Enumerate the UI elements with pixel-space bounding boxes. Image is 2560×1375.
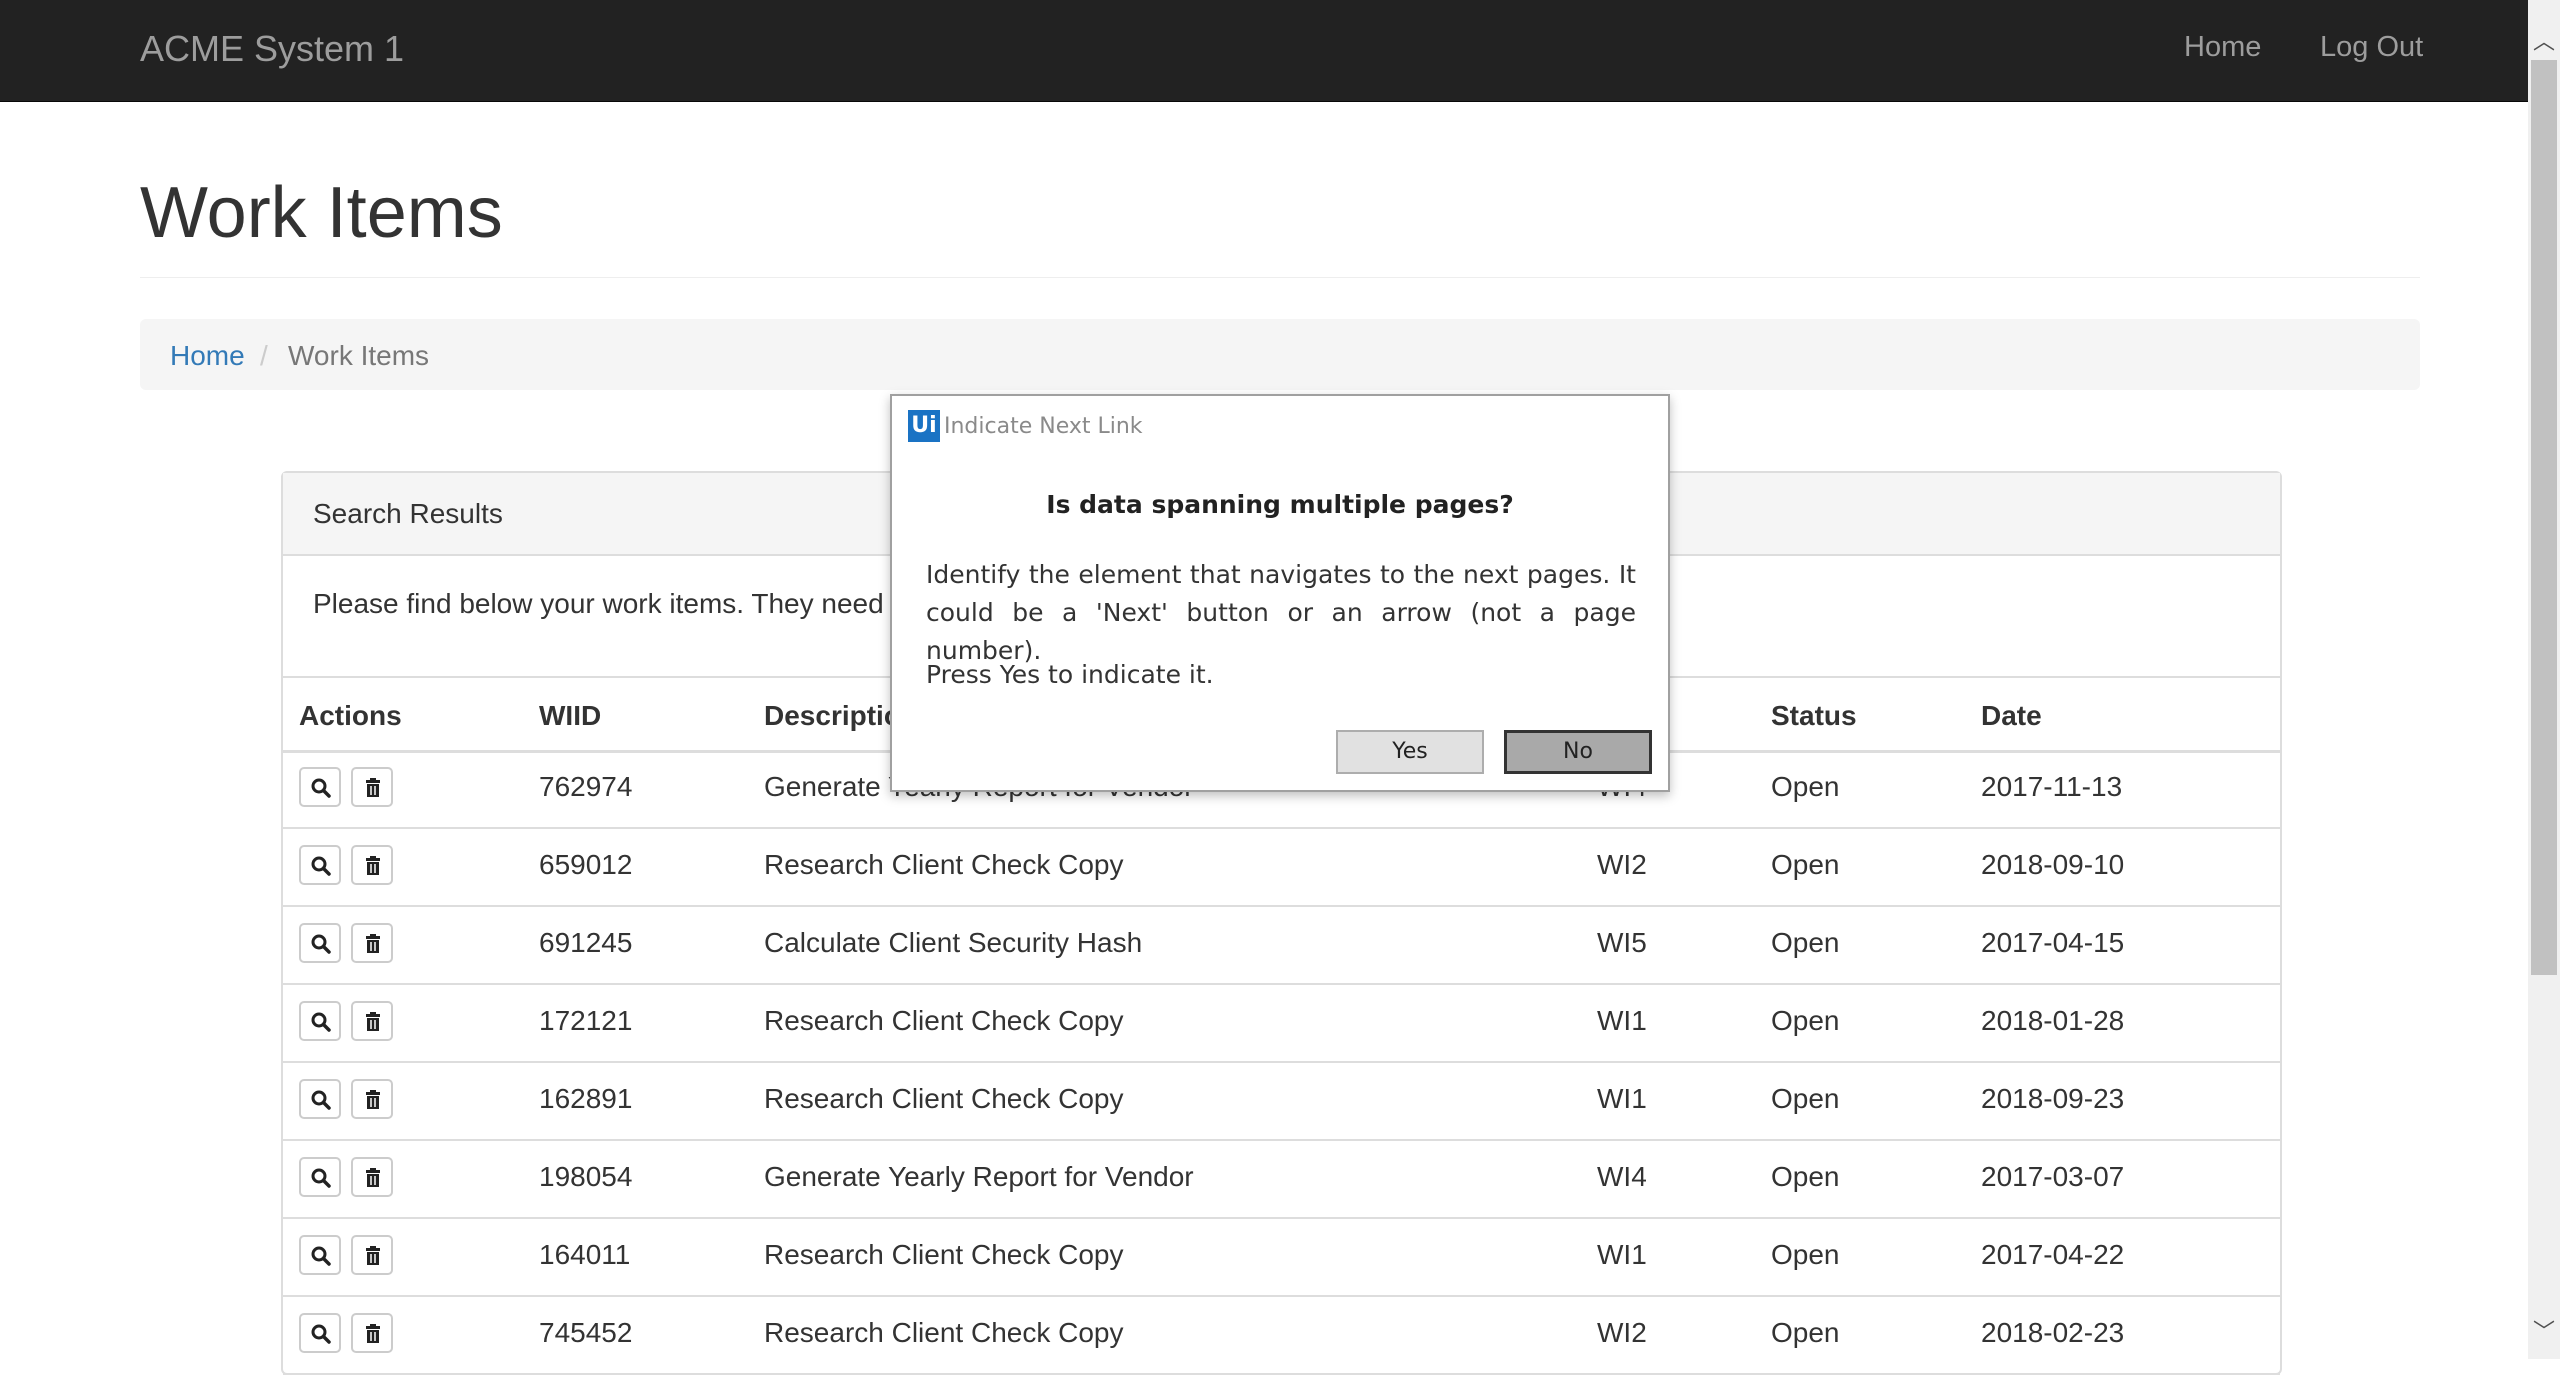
cell-type: WI5 (1597, 927, 1647, 958)
cell-type: WI2 (1597, 849, 1647, 880)
cell-description: Research Client Check Copy (764, 849, 1124, 880)
dialog-instruction: Press Yes to indicate it. (926, 660, 1214, 689)
breadcrumb-current: Work Items (288, 340, 430, 371)
table-row: 659012 Research Client Check Copy WI2 Open 2… (283, 829, 2280, 907)
panel-title: Search Results (313, 498, 503, 529)
cell-status: Open (1771, 1161, 1840, 1192)
dialog-heading: Is data spanning multiple pages? (1046, 490, 1514, 519)
table-row: 691245 Calculate Client Security Hash WI5 O… (283, 907, 2280, 985)
cell-status: Open (1771, 927, 1840, 958)
delete-button[interactable] (351, 1001, 393, 1041)
brand-link[interactable]: ACME System 1 (140, 28, 404, 70)
indicate-next-link-dialog: Ui Indicate Next Link Is data spanning m… (890, 394, 1670, 792)
table-row: 162891 Research Client Check Copy WI1 Open 2… (283, 1063, 2280, 1141)
view-button[interactable] (299, 1157, 341, 1197)
view-button[interactable] (299, 1001, 341, 1041)
cell-type: WI1 (1597, 1239, 1647, 1270)
nav-logout-link[interactable]: Log Out (2320, 31, 2423, 64)
cell-status: Open (1771, 1239, 1840, 1270)
cell-status: Open (1771, 771, 1840, 802)
delete-button[interactable] (351, 1157, 393, 1197)
breadcrumb-separator: / (260, 340, 268, 371)
cell-date: 2018-09-10 (1981, 849, 2125, 880)
scroll-thumb[interactable] (2531, 60, 2557, 975)
cell-status: Open (1771, 849, 1840, 880)
cell-wiid: 172121 (539, 1005, 633, 1036)
view-button[interactable] (299, 845, 341, 885)
table-row: 164011 Research Client Check Copy WI1 Open 2… (283, 1219, 2280, 1297)
scroll-down-arrow-icon[interactable]: ﹀ (2528, 1318, 2560, 1346)
view-button[interactable] (299, 1235, 341, 1275)
cell-description: Research Client Check Copy (764, 1239, 1124, 1270)
cell-date: 2018-09-23 (1981, 1083, 2125, 1114)
delete-button[interactable] (351, 1235, 393, 1275)
view-button[interactable] (299, 1079, 341, 1119)
table-row: 172121 Research Client Check Copy WI1 Open 2… (283, 985, 2280, 1063)
scroll-up-arrow-icon[interactable]: ︿ (2528, 28, 2560, 56)
cell-date: 2017-04-22 (1981, 1239, 2125, 1270)
delete-button[interactable] (351, 1079, 393, 1119)
breadcrumb-home-link[interactable]: Home (170, 340, 245, 372)
cell-type: WI4 (1597, 1161, 1647, 1192)
dialog-message: Identify the element that navigates to t… (926, 560, 1636, 665)
cell-description: Research Client Check Copy (764, 1005, 1124, 1036)
cell-wiid: 745452 (539, 1317, 633, 1348)
cell-date: 2018-02-23 (1981, 1317, 2125, 1348)
cell-status: Open (1771, 1005, 1840, 1036)
cell-description: Generate Yearly Report for Vendor (764, 1161, 1194, 1192)
cell-type: WI2 (1597, 1317, 1647, 1348)
cell-date: 2017-03-07 (1981, 1161, 2125, 1192)
title-divider (140, 277, 2420, 278)
cell-date: 2017-11-13 (1981, 771, 2123, 802)
table-row: 198054 Generate Yearly Report for Vendor W… (283, 1141, 2280, 1219)
cell-description: Research Client Check Copy (764, 1317, 1124, 1348)
uipath-logo-icon: Ui (908, 410, 940, 442)
dialog-title: Indicate Next Link (944, 414, 1143, 439)
no-button[interactable]: No (1504, 730, 1652, 774)
cell-wiid: 162891 (539, 1083, 633, 1114)
delete-button[interactable] (351, 845, 393, 885)
cell-date: 2018-01-28 (1981, 1005, 2125, 1036)
cell-wiid: 691245 (539, 927, 633, 958)
cell-status: Open (1771, 1317, 1840, 1348)
cell-wiid: 659012 (539, 849, 633, 880)
delete-button[interactable] (351, 1313, 393, 1353)
view-button[interactable] (299, 767, 341, 807)
cell-type: WI1 (1597, 1083, 1647, 1114)
delete-button[interactable] (351, 767, 393, 807)
panel-description: Please find below your work items. They … (313, 588, 884, 619)
cell-wiid: 198054 (539, 1161, 633, 1192)
delete-button[interactable] (351, 923, 393, 963)
cell-description: Calculate Client Security Hash (764, 927, 1143, 958)
header-wiid: WIID (539, 700, 602, 731)
table-row: 745452 Research Client Check Copy WI2 Open 2… (283, 1297, 2280, 1375)
cell-description: Research Client Check Copy (764, 1083, 1124, 1114)
yes-button[interactable]: Yes (1336, 730, 1484, 774)
cell-wiid: 164011 (539, 1239, 631, 1270)
cell-date: 2017-04-15 (1981, 927, 2125, 958)
breadcrumb: Home / Work Items (140, 319, 2420, 390)
cell-status: Open (1771, 1083, 1840, 1114)
view-button[interactable] (299, 1313, 341, 1353)
header-status: Status (1771, 700, 1857, 731)
view-button[interactable] (299, 923, 341, 963)
cell-type: WI1 (1597, 1005, 1647, 1036)
header-description: Descriptio (764, 700, 901, 731)
page-title: Work Items (140, 173, 503, 253)
nav-home-link[interactable]: Home (2184, 31, 2261, 64)
header-date: Date (1981, 700, 2042, 731)
header-actions: Actions (299, 700, 402, 731)
navbar: ACME System 1 Home Log Out (0, 0, 2528, 102)
cell-wiid: 762974 (539, 771, 633, 802)
